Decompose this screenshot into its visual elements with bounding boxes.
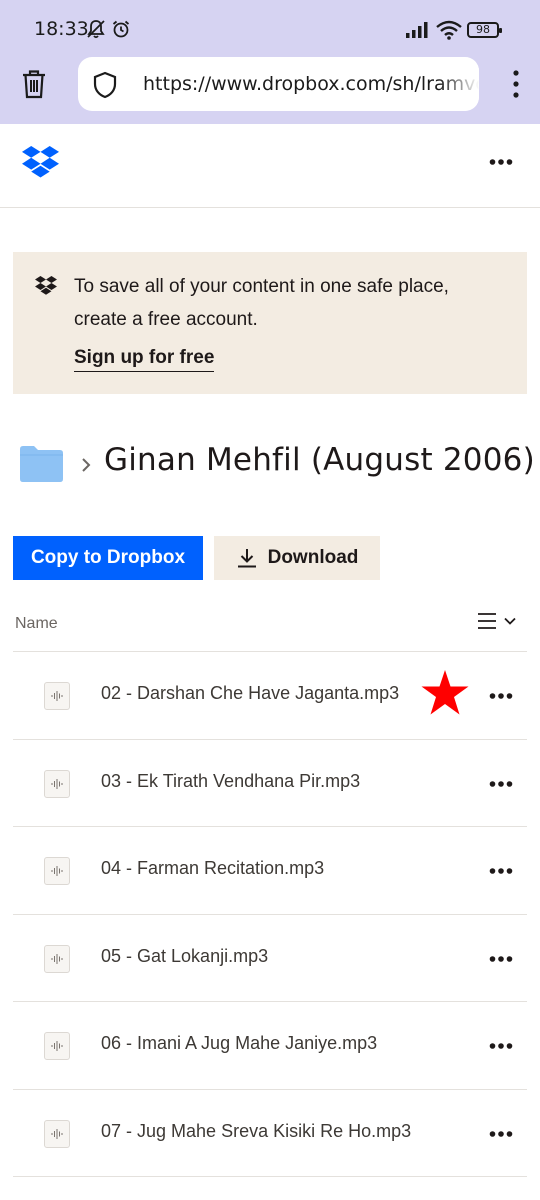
- dropbox-logo-icon[interactable]: [22, 146, 59, 178]
- more-horiz-icon[interactable]: [489, 158, 513, 166]
- list-header: Name: [13, 600, 527, 652]
- status-bar: 18:33 98: [0, 0, 540, 60]
- copy-to-dropbox-label: Copy to Dropbox: [30, 547, 186, 568]
- download-icon: [237, 549, 256, 568]
- file-row[interactable]: 07 - Jug Mahe Sreva Kisiki Re Ho.mp3: [13, 1090, 527, 1177]
- shield-icon[interactable]: [92, 71, 118, 99]
- audio-file-icon: [44, 857, 70, 885]
- more-horiz-icon[interactable]: [489, 867, 513, 875]
- list-view-icon: [478, 613, 496, 629]
- status-time: 18:33: [34, 18, 89, 40]
- more-horiz-icon[interactable]: [489, 692, 513, 700]
- signup-link[interactable]: Sign up for free: [74, 347, 215, 372]
- more-horiz-icon[interactable]: [489, 955, 513, 963]
- column-name-header[interactable]: Name: [15, 615, 58, 633]
- signup-banner: To save all of your content in one safe …: [13, 252, 527, 394]
- alarm-icon: [112, 20, 130, 38]
- audio-file-icon: [44, 944, 70, 973]
- file-row[interactable]: 06 - Imani A Jug Mahe Janiye.mp3: [13, 1002, 527, 1090]
- file-row[interactable]: 04 - Farman Recitation.mp3: [13, 827, 527, 915]
- file-list: 02 - Darshan Che Have Jaganta.mp3 03 - E…: [13, 652, 527, 1177]
- chevron-down-icon: [504, 617, 516, 625]
- chevron-right-icon: [82, 458, 91, 472]
- file-name[interactable]: 07 - Jug Mahe Sreva Kisiki Re Ho.mp3: [101, 1121, 411, 1142]
- audio-file-icon: [44, 682, 70, 710]
- file-name[interactable]: 03 - Ek Tirath Vendhana Pir.mp3: [101, 771, 360, 792]
- url-bar[interactable]: https://www.dropbox.com/sh/lramvc: [78, 57, 479, 111]
- file-name[interactable]: 04 - Farman Recitation.mp3: [101, 858, 324, 879]
- dropbox-header: [0, 124, 540, 208]
- folder-title: Ginan Mehfil (August 2006): [104, 442, 535, 478]
- battery-icon: 98: [467, 22, 502, 38]
- more-vert-icon[interactable]: [509, 68, 523, 100]
- audio-file-icon: [44, 1119, 70, 1148]
- file-name[interactable]: 02 - Darshan Che Have Jaganta.mp3: [101, 683, 399, 704]
- more-horiz-icon[interactable]: [489, 780, 513, 788]
- copy-to-dropbox-button[interactable]: Copy to Dropbox: [13, 536, 203, 580]
- audio-file-icon: [44, 1032, 70, 1060]
- more-horiz-icon[interactable]: [489, 1042, 513, 1050]
- file-name[interactable]: 06 - Imani A Jug Mahe Janiye.mp3: [101, 1033, 377, 1054]
- audio-file-icon: [44, 769, 70, 798]
- file-row[interactable]: 05 - Gat Lokanji.mp3: [13, 915, 527, 1002]
- banner-text: To save all of your content in one safe …: [74, 276, 449, 330]
- folder-icon[interactable]: [20, 446, 63, 482]
- url-text[interactable]: https://www.dropbox.com/sh/lramvc: [143, 73, 479, 95]
- wifi-icon: [436, 20, 462, 40]
- download-label: Download: [267, 547, 359, 568]
- file-name[interactable]: 05 - Gat Lokanji.mp3: [101, 946, 268, 967]
- trash-icon[interactable]: [20, 69, 48, 99]
- dropbox-logo-icon: [35, 276, 57, 295]
- signal-icon: [406, 22, 428, 38]
- url-fade: [439, 57, 479, 111]
- star-marker-icon: [421, 670, 469, 715]
- mute-icon: [87, 20, 105, 39]
- download-button[interactable]: Download: [214, 536, 380, 580]
- file-row[interactable]: 03 - Ek Tirath Vendhana Pir.mp3: [13, 740, 527, 827]
- more-horiz-icon[interactable]: [489, 1130, 513, 1138]
- view-toggle[interactable]: [477, 612, 517, 630]
- browser-chrome: 18:33 98 https://www.dropbox.com/sh/lram…: [0, 0, 540, 124]
